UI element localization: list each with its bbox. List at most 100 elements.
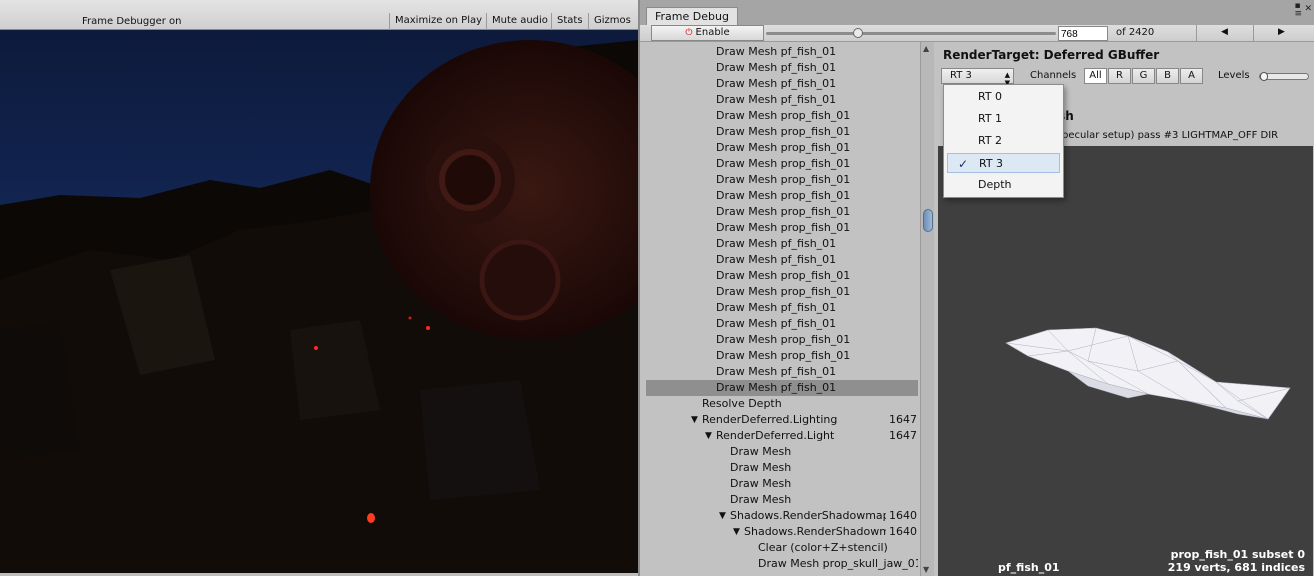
- tree-row[interactable]: Draw Mesh pf_fish_01: [646, 76, 918, 92]
- tree-row[interactable]: Draw Mesh prop_fish_01: [646, 220, 918, 236]
- tree-row[interactable]: Draw Mesh: [646, 476, 918, 492]
- tree-scrollbar[interactable]: ▲ ▼: [920, 42, 934, 576]
- tree-row-label: Draw Mesh prop_fish_01: [716, 157, 851, 170]
- tree-row[interactable]: Draw Mesh prop_fish_01: [646, 156, 918, 172]
- tree-row[interactable]: ▼ RenderDeferred.Light 1647: [646, 428, 918, 444]
- tree-row-label: Draw Mesh pf_fish_01: [716, 61, 837, 74]
- mesh-info: prop_fish_01 subset 0 219 verts, 681 ind…: [1168, 548, 1305, 574]
- channels-label: Channels: [1030, 70, 1077, 81]
- dropdown-option-rt1[interactable]: RT 1: [947, 109, 1060, 129]
- tree-row-label: Draw Mesh prop_fish_01: [716, 333, 851, 346]
- dropdown-option-label: RT 2: [978, 134, 1003, 147]
- tree-row-label: Draw Mesh prop_fish_01: [716, 349, 851, 362]
- current-event-input[interactable]: [1058, 26, 1108, 41]
- tree-row[interactable]: Draw Mesh pf_fish_01: [646, 60, 918, 76]
- channel-r-button[interactable]: R: [1108, 68, 1131, 84]
- tree-row[interactable]: Resolve Depth: [646, 396, 918, 412]
- window-titlebar: Frame Debug ▪ ≡ ✕: [640, 0, 1314, 25]
- stats-button[interactable]: Stats: [551, 13, 588, 30]
- tree-row-label: Draw Mesh prop_fish_01: [716, 189, 851, 202]
- fish-mesh-icon: [1005, 327, 1291, 420]
- tree-row[interactable]: Draw Mesh prop_fish_01: [646, 188, 918, 204]
- tree-row-label: RenderDeferred.Light: [716, 429, 835, 442]
- channel-b-button[interactable]: B: [1156, 68, 1179, 84]
- channel-all-button[interactable]: All: [1084, 68, 1107, 84]
- scrollbar-thumb[interactable]: [923, 209, 933, 232]
- expand-arrow-icon[interactable]: ▼: [691, 412, 698, 428]
- maximize-on-play-button[interactable]: Maximize on Play: [389, 13, 487, 30]
- tree-row[interactable]: Draw Mesh: [646, 444, 918, 460]
- close-icon[interactable]: ✕: [1304, 4, 1312, 14]
- tree-row-label: Draw Mesh prop_fish_01: [716, 285, 851, 298]
- tree-row[interactable]: Draw Mesh: [646, 492, 918, 508]
- render-target-select[interactable]: RT 3 ▲ ▼: [941, 68, 1014, 87]
- event-slider-thumb[interactable]: [852, 28, 863, 38]
- gizmos-button[interactable]: Gizmos: [588, 13, 636, 30]
- tree-row-label: Draw Mesh prop_skull_jaw_01: [758, 557, 918, 570]
- tree-row[interactable]: Draw Mesh prop_fish_01: [646, 268, 918, 284]
- tree-row-label: Draw Mesh pf_fish_01: [716, 365, 837, 378]
- tree-row-label: Draw Mesh: [730, 477, 792, 490]
- tree-row[interactable]: Draw Mesh pf_fish_01: [646, 316, 918, 332]
- tree-row-label: Resolve Depth: [702, 397, 782, 410]
- triangle-left-icon: ◀: [1221, 27, 1228, 37]
- tree-row[interactable]: Draw Mesh pf_fish_01: [646, 380, 918, 396]
- tree-row[interactable]: Draw Mesh pf_fish_01: [646, 236, 918, 252]
- tree-row[interactable]: Draw Mesh prop_fish_01: [646, 108, 918, 124]
- tree-row[interactable]: Draw Mesh prop_skull_jaw_01: [646, 556, 918, 572]
- levels-slider-thumb[interactable]: [1260, 72, 1268, 81]
- tree-row-label: Draw Mesh prop_fish_01: [716, 205, 851, 218]
- next-event-button[interactable]: ▶: [1253, 25, 1309, 41]
- window-menu-icon[interactable]: ▪ ≡: [1294, 2, 1302, 19]
- tree-row[interactable]: Draw Mesh prop_fish_01: [646, 348, 918, 364]
- dropdown-option-rt2[interactable]: RT 2: [947, 131, 1060, 151]
- record-icon: ⏻: [685, 28, 693, 38]
- tree-row[interactable]: ▼ Shadows.RenderShadowmap 1640: [646, 524, 918, 540]
- tree-row[interactable]: Draw Mesh pf_fish_01: [646, 92, 918, 108]
- tree-row[interactable]: Draw Mesh pf_fish_01: [646, 300, 918, 316]
- dropdown-option-label: RT 3: [979, 157, 1004, 170]
- tree-row[interactable]: Draw Mesh prop_fish_01: [646, 332, 918, 348]
- enable-button[interactable]: ⏻ Enable: [651, 25, 764, 41]
- game-view: Frame Debugger on Maximize on Play Mute …: [0, 0, 638, 576]
- tree-row[interactable]: Draw Mesh prop_fish_01: [646, 124, 918, 140]
- expand-arrow-icon[interactable]: ▼: [733, 524, 740, 540]
- tree-row[interactable]: Clear (color+Z+stencil): [646, 540, 918, 556]
- dropdown-option-rt0[interactable]: RT 0: [947, 87, 1060, 107]
- mute-audio-button[interactable]: Mute audio: [486, 13, 553, 30]
- prev-event-button[interactable]: ◀: [1196, 25, 1252, 41]
- expand-arrow-icon[interactable]: ▼: [719, 508, 726, 524]
- tree-row[interactable]: Draw Mesh prop_fish_01: [646, 204, 918, 220]
- mesh-preview[interactable]: pf_fish_01 prop_fish_01 subset 0 219 ver…: [938, 146, 1313, 576]
- tree-row[interactable]: Draw Mesh prop_fish_01: [646, 140, 918, 156]
- tree-row[interactable]: Draw Mesh pf_fish_01: [646, 364, 918, 380]
- tree-row-label: Draw Mesh pf_fish_01: [716, 93, 837, 106]
- render-target-title: RenderTarget: Deferred GBuffer: [943, 48, 1160, 62]
- shader-info: pecular setup) pass #3 LIGHTMAP_OFF DIR: [1062, 130, 1279, 141]
- tree-row-label: Draw Mesh prop_fish_01: [716, 173, 851, 186]
- scroll-down-arrow-icon[interactable]: ▼: [923, 565, 929, 574]
- tree-row-label: Draw Mesh prop_fish_01: [716, 221, 851, 234]
- event-tree: Draw Mesh pf_fish_01 Draw Mesh pf_fish_01…: [646, 42, 918, 576]
- tree-row[interactable]: Draw Mesh: [646, 460, 918, 476]
- dropdown-option-depth[interactable]: Depth: [947, 175, 1060, 195]
- tree-row[interactable]: Draw Mesh pf_fish_01: [646, 252, 918, 268]
- tab-frame-debug[interactable]: Frame Debug: [646, 7, 738, 25]
- dropdown-option-rt3[interactable]: ✓ RT 3: [947, 153, 1060, 173]
- expand-arrow-icon[interactable]: ▼: [705, 428, 712, 444]
- channel-g-button[interactable]: G: [1132, 68, 1155, 84]
- tree-row[interactable]: ▼ RenderDeferred.Lighting 1647: [646, 412, 918, 428]
- event-slider-track[interactable]: [766, 32, 1056, 35]
- tree-row[interactable]: Draw Mesh pf_fish_01: [646, 44, 918, 60]
- game-view-title: Frame Debugger on: [82, 16, 182, 27]
- scroll-up-arrow-icon[interactable]: ▲: [923, 44, 929, 53]
- dropdown-option-label: Depth: [978, 178, 1012, 191]
- channel-a-button[interactable]: A: [1180, 68, 1203, 84]
- tree-row-label: Draw Mesh pf_fish_01: [716, 45, 837, 58]
- tree-row[interactable]: Draw Mesh prop_fish_01: [646, 284, 918, 300]
- tree-row[interactable]: Draw Mesh prop_fish_01: [646, 172, 918, 188]
- game-view-toolbar: Frame Debugger on Maximize on Play Mute …: [0, 0, 638, 30]
- tree-row[interactable]: ▼ Shadows.RenderShadowmap 1640: [646, 508, 918, 524]
- tree-row-label: Draw Mesh prop_fish_01: [716, 269, 851, 282]
- mesh-name-left: pf_fish_01: [998, 561, 1060, 574]
